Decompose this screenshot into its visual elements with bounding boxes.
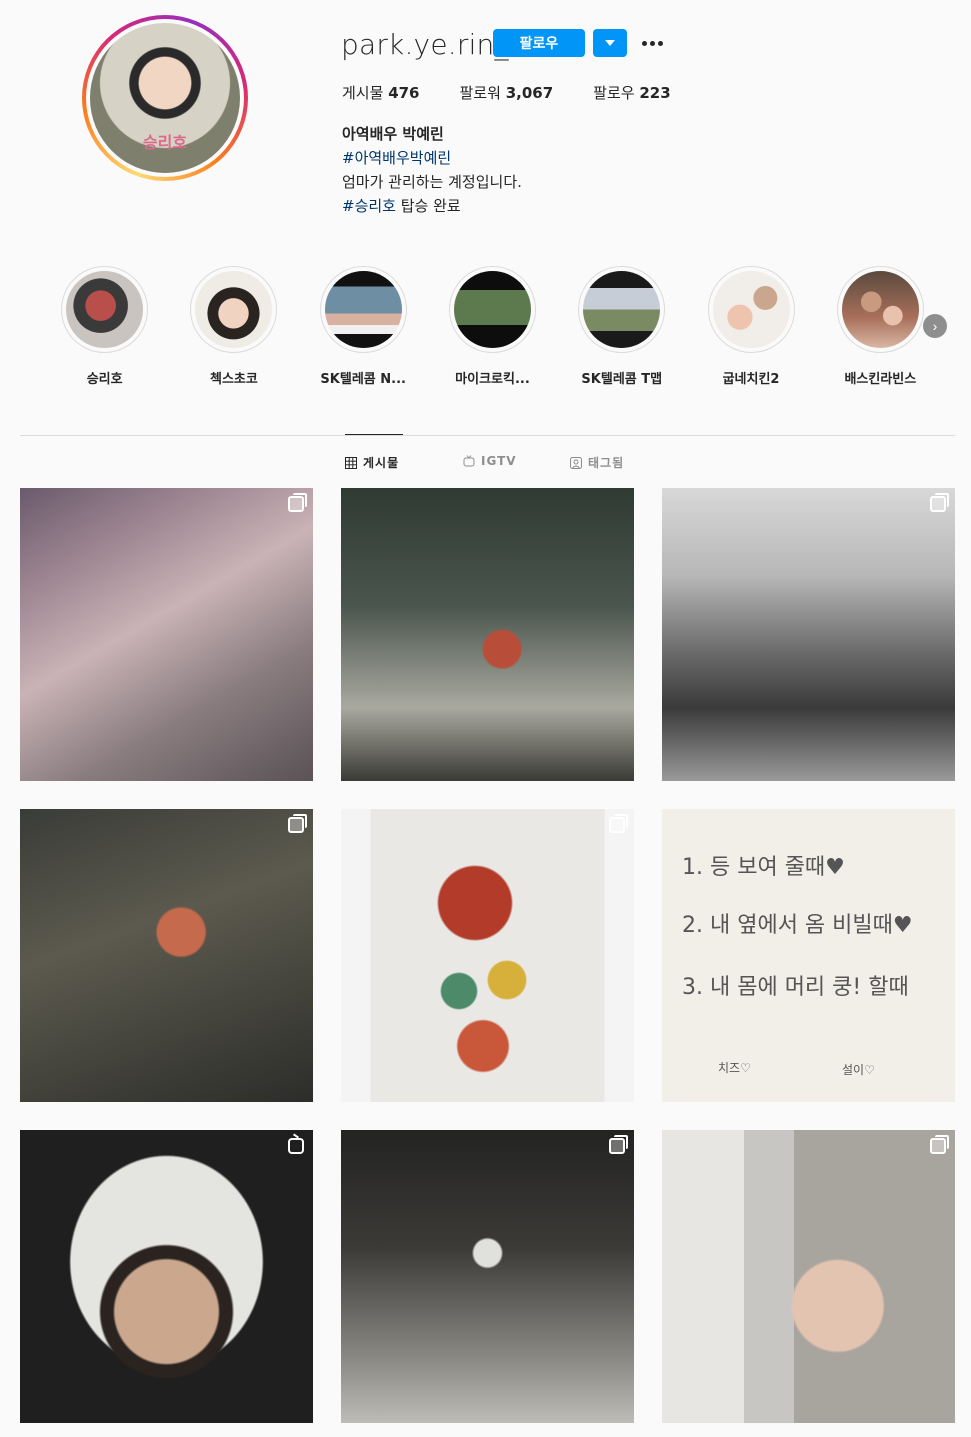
profile-bio: 아역배우 박예린 #아역배우박예린 엄마가 관리하는 계정입니다. #승리호 탑… xyxy=(342,122,522,218)
stat-following-label: 팔로우 xyxy=(593,84,635,102)
active-tab-indicator xyxy=(345,434,403,435)
tab-tagged[interactable]: 태그됨 xyxy=(570,454,624,471)
ellipsis-icon xyxy=(657,40,663,46)
highlight-ring xyxy=(190,266,278,353)
post-thumbnail[interactable] xyxy=(662,488,955,781)
highlight-ring xyxy=(578,266,666,353)
profile-stats: 게시물 476 팔로워 3,067 팔로우 223 xyxy=(342,82,711,103)
bio-line-2: #승리호 탑승 완료 xyxy=(342,194,522,218)
bio-line-2-text: 탑승 완료 xyxy=(395,197,461,215)
profile-avatar-ring[interactable]: 승리호 xyxy=(82,15,248,181)
highlight-label: 마이크로킥... xyxy=(455,372,530,387)
carousel-icon xyxy=(609,814,628,833)
highlight-item[interactable]: 첵스초코 xyxy=(169,266,298,387)
highlight-label: 첵스초코 xyxy=(210,372,258,387)
chevron-right-icon: › xyxy=(932,318,938,334)
highlight-cover xyxy=(66,271,144,348)
highlight-ring xyxy=(61,266,149,353)
note-line: 1. 등 보여 줄때♥ xyxy=(682,855,845,880)
profile-avatar: 승리호 xyxy=(90,23,240,173)
igtv-icon xyxy=(463,455,475,467)
highlight-label: 굽네치킨2 xyxy=(722,372,780,387)
stat-posts-label: 게시물 xyxy=(342,84,384,102)
bio-name: 아역배우 박예린 xyxy=(342,125,444,143)
bio-line: 엄마가 관리하는 계정입니다. xyxy=(342,173,522,191)
highlight-item[interactable]: 승리호 xyxy=(40,266,169,387)
post-thumbnail[interactable] xyxy=(20,1130,313,1423)
carousel-icon xyxy=(930,493,949,512)
stat-followers[interactable]: 팔로워 3,067 xyxy=(460,82,554,103)
highlight-label: 배스킨라빈스 xyxy=(844,372,917,387)
carousel-icon xyxy=(288,493,307,512)
highlights-next-button[interactable]: › xyxy=(923,314,947,338)
bio-hashtag-link-2[interactable]: #승리호 xyxy=(342,197,396,215)
highlight-ring xyxy=(836,266,924,353)
tabs-divider xyxy=(20,435,955,436)
note-line: 2. 내 옆에서 옴 비빌때♥ xyxy=(682,913,913,938)
highlight-ring xyxy=(448,266,536,353)
carousel-icon xyxy=(930,1135,949,1154)
tab-posts[interactable]: 게시물 xyxy=(345,454,399,471)
highlight-item[interactable]: 굽네치킨2 xyxy=(686,266,815,387)
story-highlights: 승리호 첵스초코 SK텔레콤 N... 마이크로킥... SK텔레콤 T맵 굽네… xyxy=(40,266,945,387)
bio-hashtag-link[interactable]: #아역배우박예린 xyxy=(342,146,522,170)
tab-posts-label: 게시물 xyxy=(363,456,400,470)
suggested-dropdown-button[interactable] xyxy=(593,29,627,57)
highlight-item[interactable]: SK텔레콤 N... xyxy=(299,266,428,387)
post-thumbnail[interactable] xyxy=(341,809,634,1102)
highlight-cover xyxy=(841,271,919,348)
stat-posts-value: 476 xyxy=(388,84,420,102)
highlight-cover xyxy=(712,271,790,348)
highlight-cover xyxy=(324,271,402,348)
post-thumbnail[interactable] xyxy=(662,1130,955,1423)
stat-followers-value: 3,067 xyxy=(505,84,554,102)
chevron-down-icon xyxy=(605,40,615,46)
stat-following[interactable]: 팔로우 223 xyxy=(593,82,671,103)
highlight-ring xyxy=(707,266,795,353)
posts-grid: 1. 등 보여 줄때♥ 2. 내 옆에서 옴 비빌때♥ 3. 내 몸에 머리 쿵… xyxy=(20,488,955,1423)
stat-posts: 게시물 476 xyxy=(342,82,420,103)
tag-icon xyxy=(570,456,582,469)
ellipsis-icon xyxy=(649,40,655,46)
stat-followers-label: 팔로워 xyxy=(459,84,501,102)
profile-avatar-inner: 승리호 xyxy=(86,19,244,177)
highlight-ring xyxy=(319,266,407,353)
post-thumbnail[interactable] xyxy=(341,1130,634,1423)
tab-igtv-label: IGTV xyxy=(481,454,517,468)
carousel-icon xyxy=(609,1135,628,1154)
igtv-icon xyxy=(288,1138,304,1154)
profile-tabs: 게시물 IGTV 태그됨 xyxy=(0,454,971,470)
post-thumbnail[interactable] xyxy=(341,488,634,781)
grid-icon xyxy=(345,456,357,469)
tab-tagged-label: 태그됨 xyxy=(588,456,625,470)
highlight-cover xyxy=(453,271,531,348)
post-thumbnail[interactable] xyxy=(20,809,313,1102)
carousel-icon xyxy=(288,814,307,833)
highlight-cover xyxy=(583,271,661,348)
avatar-poster-text: 승리호 xyxy=(142,133,188,152)
highlight-label: SK텔레콤 N... xyxy=(320,372,406,387)
highlight-item[interactable]: 마이크로킥... xyxy=(428,266,557,387)
post-thumbnail[interactable] xyxy=(20,488,313,781)
more-options-button[interactable] xyxy=(638,32,666,54)
note-line: 치즈♡ xyxy=(718,1061,751,1075)
note-line: 3. 내 몸에 머리 쿵! 할때 xyxy=(682,975,909,1000)
follow-button[interactable]: 팔로우 xyxy=(493,29,585,57)
highlight-item[interactable]: SK텔레콤 T맵 xyxy=(557,266,686,387)
profile-username: park.ye.rin_ xyxy=(341,28,509,61)
note-line: 설이♡ xyxy=(842,1063,875,1077)
highlight-label: 승리호 xyxy=(86,372,123,387)
ellipsis-icon xyxy=(641,40,647,46)
tab-igtv[interactable]: IGTV xyxy=(463,454,517,468)
keychain-image xyxy=(411,859,571,1079)
highlight-label: SK텔레콤 T맵 xyxy=(581,372,663,387)
stat-following-value: 223 xyxy=(639,84,671,102)
post-thumbnail[interactable]: 1. 등 보여 줄때♥ 2. 내 옆에서 옴 비빌때♥ 3. 내 몸에 머리 쿵… xyxy=(662,809,955,1102)
highlight-cover xyxy=(195,271,273,348)
